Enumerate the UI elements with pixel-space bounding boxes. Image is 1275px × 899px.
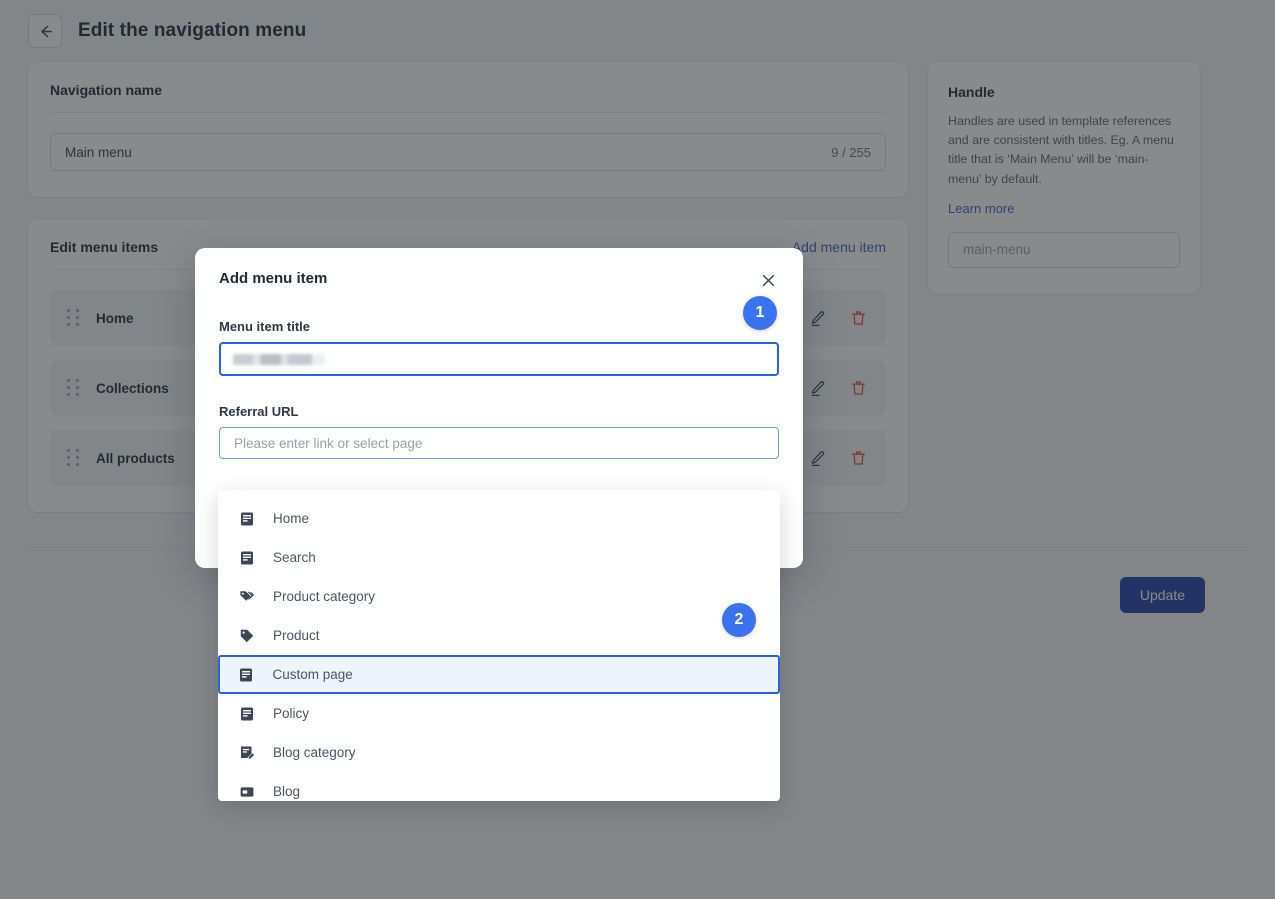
referral-url-label: Referral URL (219, 404, 779, 419)
dropdown-option-label: Policy (273, 706, 309, 721)
dropdown-option-label: Search (273, 550, 316, 565)
referral-url-dropdown[interactable]: Home Search Product category Product Cus… (218, 490, 780, 801)
referral-url-placeholder: Please enter link or select page (234, 436, 422, 451)
page-icon (238, 510, 255, 527)
dropdown-option-policy[interactable]: Policy (218, 694, 780, 733)
modal-title: Add menu item (219, 270, 327, 287)
dropdown-top-pad (218, 490, 780, 499)
referral-url-input[interactable]: Please enter link or select page (219, 427, 779, 459)
modal-header: Add menu item (195, 248, 803, 291)
blog-icon (238, 783, 255, 800)
tag-icon (238, 627, 255, 644)
blog-category-icon (238, 744, 255, 761)
dropdown-option-search[interactable]: Search (218, 538, 780, 577)
dropdown-option-label: Custom page (273, 667, 353, 682)
page-icon (238, 666, 255, 683)
dropdown-option-blog-category[interactable]: Blog category (218, 733, 780, 772)
page-icon (238, 549, 255, 566)
dropdown-option-label: Product category (273, 589, 375, 604)
menu-item-title-label: Menu item title (219, 319, 779, 334)
dropdown-option-product[interactable]: Product (218, 616, 780, 655)
dropdown-option-label: Home (273, 511, 309, 526)
dropdown-option-label: Blog (273, 784, 300, 799)
step-badge-2: 2 (722, 603, 756, 637)
close-icon[interactable] (758, 270, 779, 291)
dropdown-option-home[interactable]: Home (218, 499, 780, 538)
redacted-value (233, 354, 325, 365)
modal-body: Menu item title Referral URL Please ente… (195, 319, 803, 459)
dropdown-option-custom-page[interactable]: Custom page (218, 655, 780, 694)
dropdown-option-label: Blog category (273, 745, 356, 760)
dropdown-option-product-category[interactable]: Product category (218, 577, 780, 616)
page-icon (238, 705, 255, 722)
step-badge-1: 1 (743, 296, 777, 330)
dropdown-option-label: Product (273, 628, 320, 643)
tags-icon (238, 588, 255, 605)
dropdown-option-blog[interactable]: Blog (218, 772, 780, 801)
menu-item-title-input[interactable] (219, 342, 779, 376)
